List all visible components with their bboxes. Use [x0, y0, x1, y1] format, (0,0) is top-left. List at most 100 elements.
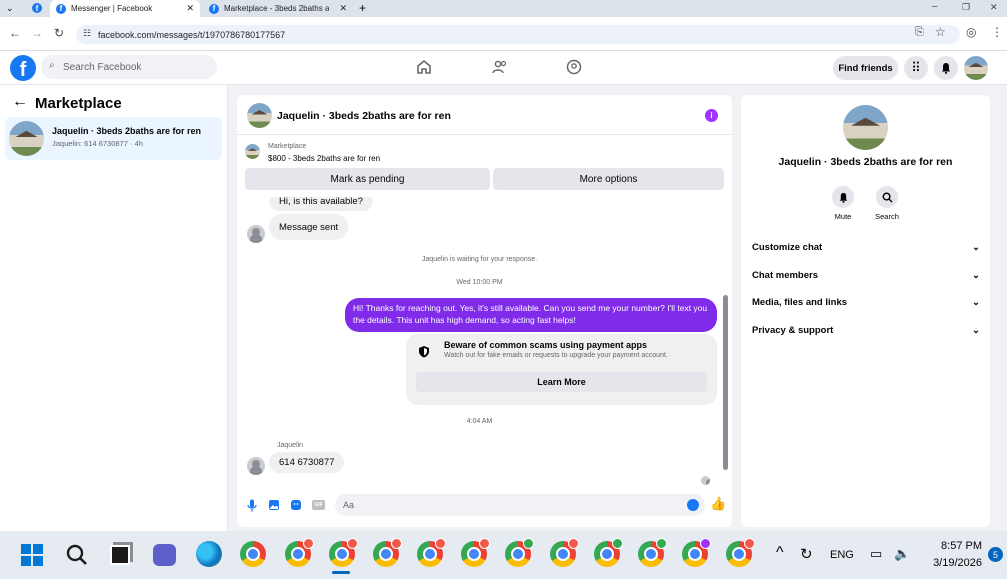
seen-indicator-avatar [701, 476, 710, 485]
groups-icon[interactable] [566, 59, 582, 75]
search-icon[interactable] [65, 543, 89, 567]
listing-thumbnail[interactable] [245, 144, 260, 159]
incoming-message[interactable]: Message sent [269, 214, 349, 240]
sender-avatar[interactable] [247, 457, 265, 475]
learn-more-button[interactable]: Learn More [416, 372, 707, 392]
section-customize-chat[interactable]: Customize chat ⌄ [752, 242, 980, 253]
teams-chat-icon[interactable] [153, 544, 176, 566]
incoming-message[interactable]: Hi, is this available? [269, 197, 373, 211]
chrome-profile-icon[interactable] [550, 538, 579, 567]
search-in-conversation-button[interactable] [876, 186, 898, 208]
warning-description: Watch out for fake emails or requests to… [444, 352, 668, 359]
sender-avatar[interactable] [247, 225, 265, 243]
details-avatar[interactable] [843, 105, 888, 150]
facebook-logo[interactable]: f [10, 55, 36, 81]
chrome-profile-icon[interactable] [726, 538, 755, 567]
chat-title[interactable]: Jaquelin · 3beds 2baths are for ren [277, 110, 451, 122]
shield-icon [419, 346, 429, 358]
gif-icon[interactable]: GIF [312, 500, 325, 510]
site-info-icon[interactable]: ☷ [83, 28, 91, 39]
close-tab-icon[interactable]: ✕ [186, 3, 194, 14]
section-label: Customize chat [752, 242, 823, 253]
chrome-profile-icon[interactable] [373, 538, 402, 567]
tab-messenger[interactable]: f Messenger | Facebook ✕ [50, 0, 200, 17]
install-app-icon[interactable]: ⎘ [915, 26, 924, 39]
account-avatar[interactable] [964, 56, 988, 80]
tab-list-chevron-icon[interactable]: ⌄ [6, 3, 14, 14]
notification-count-badge[interactable]: 5 [988, 547, 1003, 562]
forward-arrow-icon[interactable]: → [31, 26, 43, 40]
message-text: 614 6730877 [279, 457, 335, 468]
language-indicator[interactable]: ENG [830, 549, 854, 561]
conversation-preview: Jaquelin: 614 6730877 · 4h [52, 139, 143, 148]
volume-icon[interactable]: 🔈 [894, 546, 910, 562]
chevron-down-icon: ⌄ [972, 270, 980, 281]
profile-badge [347, 538, 358, 549]
close-window-icon[interactable]: ✕ [990, 2, 998, 13]
scrollbar-thumb[interactable] [723, 295, 728, 470]
sync-status-icon[interactable]: ↻ [800, 545, 813, 563]
chevron-down-icon: ⌄ [972, 297, 980, 308]
scrollbar[interactable] [723, 197, 729, 489]
conversation-title: Jaquelin · 3beds 2baths are for ren [52, 126, 202, 136]
conversation-item[interactable]: Jaquelin · 3beds 2baths are for ren Jaqu… [5, 117, 222, 160]
chrome-profile-icon[interactable] [329, 538, 358, 567]
more-options-button[interactable]: More options [493, 168, 724, 190]
section-chat-members[interactable]: Chat members ⌄ [752, 270, 980, 281]
task-view-icon[interactable] [110, 545, 130, 565]
facebook-tab-favicon[interactable]: f [32, 3, 42, 13]
bell-icon [942, 63, 950, 74]
browser-menu-icon[interactable]: ⋮ [991, 25, 1003, 39]
minimize-window-icon[interactable]: – [932, 1, 938, 12]
profile-badge [568, 538, 579, 549]
photo-icon[interactable] [268, 499, 280, 511]
mark-as-pending-button[interactable]: Mark as pending [245, 168, 490, 190]
mute-button[interactable] [832, 186, 854, 208]
home-icon[interactable] [416, 59, 432, 75]
bookmark-star-icon[interactable]: ☆ [935, 25, 946, 39]
conversation-info-icon[interactable]: i [705, 109, 718, 122]
chrome-profile-icon[interactable] [285, 538, 314, 567]
details-title: Jaquelin · 3beds 2baths are for ren [778, 156, 953, 168]
tab-marketplace[interactable]: f Marketplace - 3beds 2baths are ✕ [203, 0, 353, 17]
listing-description[interactable]: $800 - 3beds 2baths are for ren [268, 154, 380, 163]
chrome-profile-icon[interactable] [505, 538, 534, 567]
profile-badge [303, 538, 314, 549]
chrome-icon[interactable] [240, 541, 266, 567]
start-windows-icon[interactable] [21, 544, 43, 566]
chrome-profile-icon[interactable] [461, 538, 490, 567]
section-media-files-links[interactable]: Media, files and links ⌄ [752, 297, 980, 308]
friends-icon[interactable] [492, 59, 508, 75]
reload-icon[interactable]: ↻ [54, 26, 64, 40]
notifications-button[interactable] [934, 56, 958, 80]
microphone-icon[interactable] [247, 499, 257, 512]
incoming-message[interactable]: 614 6730877 [269, 452, 345, 473]
menu-grid-button[interactable]: ⠿ [904, 56, 928, 80]
profile-icon[interactable]: ◎ [966, 25, 976, 39]
search-facebook-input[interactable]: ⌕ Search Facebook [41, 55, 217, 79]
emoji-icon[interactable] [687, 499, 699, 511]
network-icon[interactable]: ▭ [870, 546, 882, 562]
find-friends-button[interactable]: Find friends [833, 56, 898, 80]
section-privacy-support[interactable]: Privacy & support ⌄ [752, 325, 980, 336]
sticker-icon[interactable] [290, 499, 302, 511]
address-bar[interactable]: ☷ facebook.com/messages/t/19707867801775… [76, 25, 960, 44]
chrome-profile-icon[interactable] [638, 538, 667, 567]
close-tab-icon[interactable]: ✕ [339, 3, 347, 14]
chrome-profile-icon[interactable] [417, 538, 446, 567]
chat-avatar[interactable] [247, 103, 272, 128]
profile-badge [744, 538, 755, 549]
back-arrow-icon[interactable]: ← [9, 26, 21, 40]
outgoing-message[interactable]: Hi! Thanks for reaching out. Yes, it's s… [345, 298, 717, 332]
chrome-profile-icon[interactable] [594, 538, 623, 567]
back-arrow-icon[interactable]: ← [12, 93, 28, 111]
show-hidden-icons-chevron-icon[interactable]: ^ [776, 544, 784, 562]
chrome-profile-icon[interactable] [682, 538, 711, 567]
restore-window-icon[interactable]: ❐ [962, 2, 970, 13]
message-input[interactable]: Aa [335, 494, 705, 516]
edge-browser-icon[interactable] [196, 541, 222, 567]
clock-date[interactable]: 3/19/2026 [920, 557, 982, 569]
like-thumb-icon[interactable]: 👍 [710, 496, 726, 512]
new-tab-plus-icon[interactable]: + [359, 1, 366, 15]
clock-time[interactable]: 8:57 PM [920, 540, 982, 552]
